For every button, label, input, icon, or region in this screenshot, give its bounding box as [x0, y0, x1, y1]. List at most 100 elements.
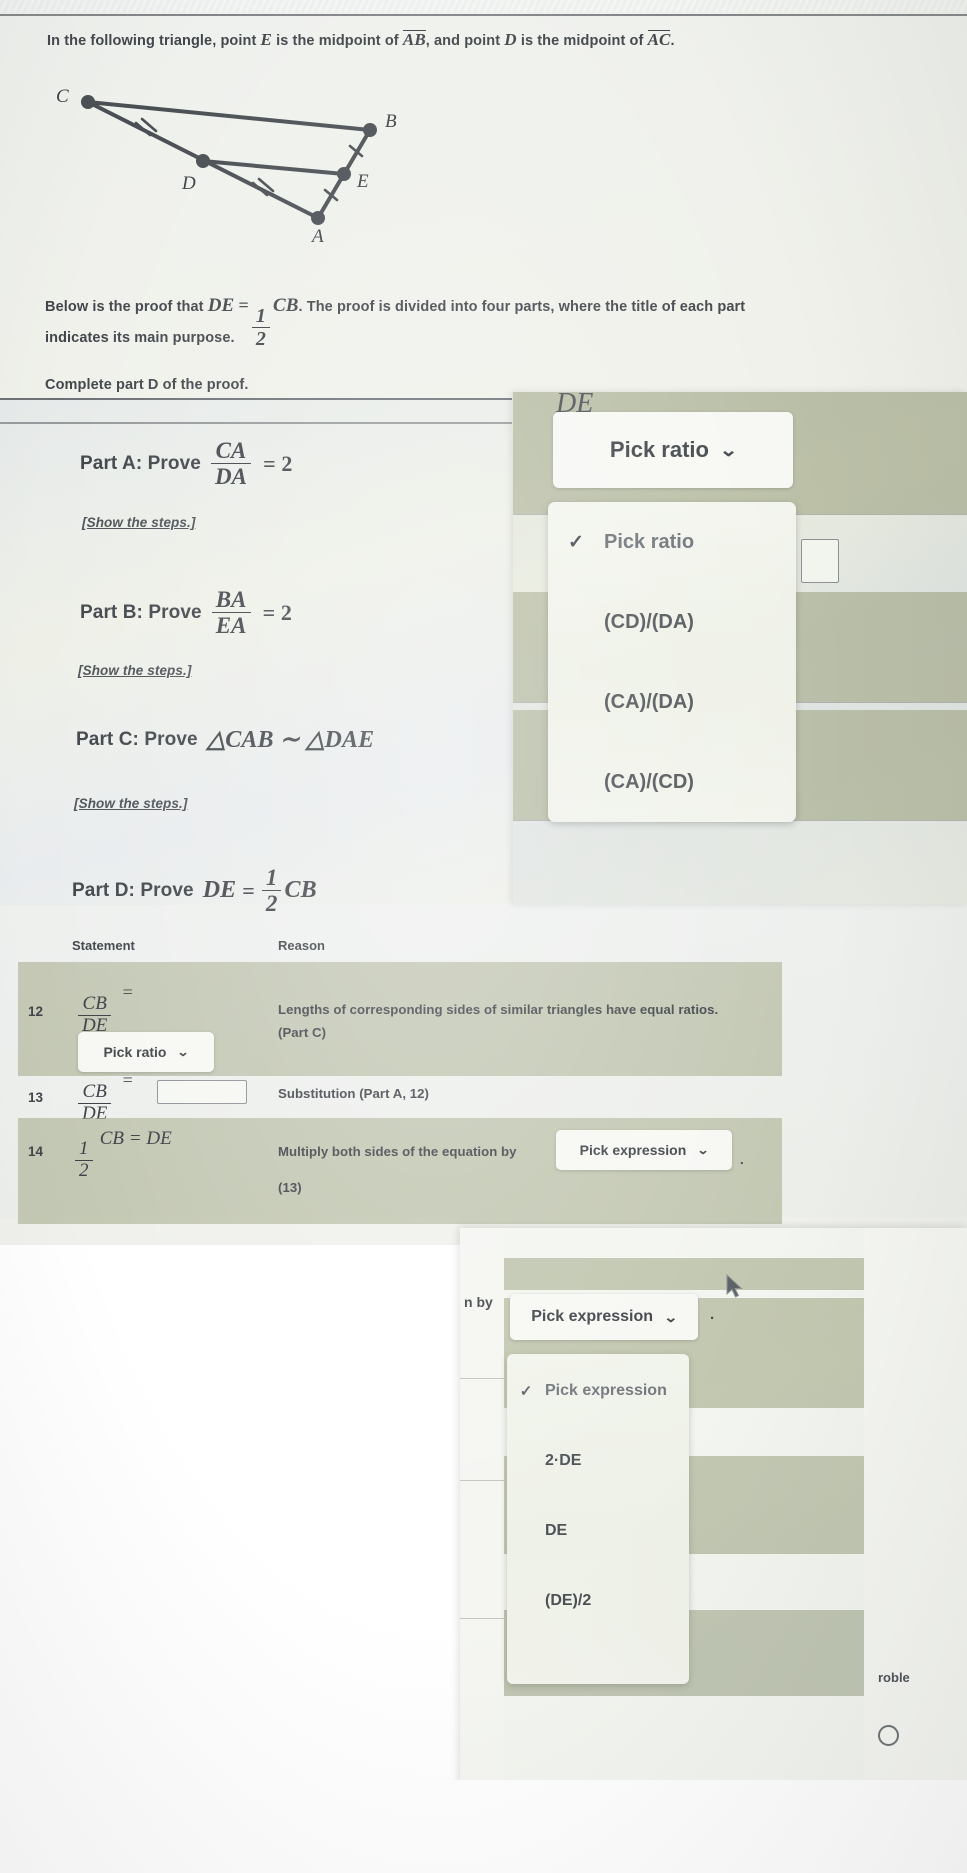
row-statement: 1 2 CB = DE: [72, 1128, 172, 1182]
part-d-num: 1: [265, 865, 278, 890]
row-reason: Lengths of corresponding sides of simila…: [278, 998, 768, 1044]
option-pick-ratio[interactable]: ✓ Pick ratio: [548, 502, 796, 582]
overlay2-left-edge-panel: [460, 1228, 504, 1873]
intro-half-num: 1: [255, 305, 266, 327]
row12-reason-line1: Lengths of corresponding sides of simila…: [278, 1002, 719, 1017]
check-icon: ✓: [568, 531, 584, 553]
option-ca-cd[interactable]: (CA)/(CD): [548, 742, 796, 822]
prompt-text-5: .: [670, 33, 675, 49]
option-2-de[interactable]: 2·DE: [507, 1430, 689, 1492]
overlay2-edge-rule-3: [460, 1618, 504, 1620]
triangle-figure: C B D E A: [40, 78, 460, 263]
option-ca-da[interactable]: (CA)/(DA): [548, 662, 796, 742]
prompt-text-4: is the midpoint of: [516, 33, 648, 49]
point-e-label: E: [260, 30, 272, 49]
pick-ratio-dropdown-overlay: DE Pick ratio ⌄ ✓ Pick ratio (CD)/(DA) (…: [513, 392, 967, 904]
triangle-diagram-svg: [81, 95, 377, 225]
part-c-label: Part C: Prove: [76, 728, 198, 750]
option-label: Pick ratio: [604, 530, 695, 553]
intro-half-den: 2: [251, 327, 270, 350]
row14-half: 1 2: [75, 1138, 93, 1182]
intro-text-a: Below is the proof that: [45, 299, 208, 315]
option-de-over-2[interactable]: (DE)/2: [507, 1570, 689, 1632]
truncated-input-stub[interactable]: [801, 539, 839, 583]
prompt-text-3: , and point: [425, 33, 505, 49]
row-number: 14: [28, 1144, 44, 1159]
part-d-rhs: CB: [284, 877, 317, 904]
page-bottom-area: [0, 1780, 967, 1873]
pick-ratio-options-menu[interactable]: ✓ Pick ratio (CD)/(DA) (CA)/(DA) (CA)/(C…: [548, 502, 796, 822]
segment-ac-label: AC: [647, 30, 671, 49]
option-label: (DE)/2: [545, 1592, 592, 1609]
row14-reason-line2: (13): [278, 1180, 302, 1195]
proof-intro-line2: indicates its main purpose.: [45, 325, 235, 353]
row14-num: 1: [79, 1138, 89, 1159]
complete-instruction: Complete part D of the proof.: [45, 372, 248, 400]
mouse-cursor-icon: [726, 1274, 743, 1298]
part-b-title: Part B: Prove BA EA = 2: [80, 587, 292, 639]
chevron-down-icon: ⌄: [697, 1143, 710, 1157]
part-d-lhs: DE: [202, 877, 237, 904]
option-cd-da[interactable]: (CD)/(DA): [548, 582, 796, 662]
chevron-down-icon: ⌄: [177, 1045, 190, 1059]
pick-expression-dropdown-overlay: n by Pick expression ⌄ . ✓ Pick expressi…: [460, 1228, 967, 1873]
intro-half-fraction: 12: [251, 305, 270, 350]
row12-reason-line2: (Part C): [278, 1025, 327, 1041]
pick-expression-select-button[interactable]: Pick expression ⌄: [510, 1294, 698, 1340]
pick-ratio-button-label: Pick ratio: [609, 437, 709, 462]
complete-text: Complete part D of the proof.: [45, 377, 249, 393]
part-d-label: Part D: Prove: [72, 879, 194, 901]
chevron-down-icon: ⌄: [719, 439, 738, 460]
figure-label-c: C: [56, 86, 69, 107]
row-statement: CB DE =: [75, 982, 133, 1037]
option-de[interactable]: DE: [507, 1500, 689, 1562]
intro-de: DE: [207, 295, 235, 316]
row14-reason-suffix: .: [740, 1152, 744, 1167]
option-label: (CD)/(DA): [604, 610, 694, 633]
intro-text-c: indicates its main purpose.: [45, 330, 235, 346]
option-label: (CA)/(CD): [604, 770, 694, 793]
row14-pick-expression-select[interactable]: Pick expression ⌄: [556, 1130, 732, 1170]
part-d-title: Part D: Prove DE = 1 2 CB: [72, 865, 317, 917]
proof-parts-card: Part A: Prove CA DA = 2 [Show the steps.…: [0, 398, 512, 916]
row-statement: CB DE =: [75, 1070, 133, 1125]
overlay2-reason-suffix: .: [710, 1306, 715, 1323]
pick-ratio-select-button[interactable]: Pick ratio ⌄: [553, 412, 793, 488]
radio-button-icon[interactable]: [878, 1725, 899, 1746]
overlay2-edge-rule-2: [460, 1480, 504, 1482]
part-a-equals: = 2: [263, 450, 293, 476]
row12-pick-ratio-select[interactable]: Pick ratio ⌄: [78, 1032, 214, 1072]
intro-equals: =: [238, 295, 249, 315]
row14-rest: CB = DE: [99, 1128, 172, 1149]
row12-num: CB: [82, 993, 107, 1014]
figure-label-d: D: [182, 173, 196, 194]
truncated-problem-text: roble: [878, 1670, 910, 1685]
row12-fraction: CB DE: [78, 993, 112, 1037]
part-a-label: Part A: Prove: [80, 452, 201, 474]
prompt-text-1: In the following triangle, point: [47, 33, 261, 49]
part-c-title: Part C: Prove △CAB ∼ △DAE: [76, 725, 374, 754]
option-label: 2·DE: [545, 1452, 582, 1469]
part-a-fraction: CA DA: [210, 438, 252, 490]
row13-answer-input[interactable]: [157, 1080, 247, 1104]
row14-select-label: Pick expression: [579, 1142, 687, 1158]
part-c-show-steps-link[interactable]: [Show the steps.]: [74, 796, 187, 811]
part-b-show-steps-link[interactable]: [Show the steps.]: [78, 663, 191, 678]
row-number: 13: [28, 1090, 44, 1105]
figure-label-a: A: [312, 226, 324, 247]
row12-equals: =: [122, 982, 133, 1002]
chevron-down-icon: ⌄: [663, 1308, 679, 1325]
row13-num: CB: [82, 1081, 107, 1102]
overlay2-edge-rule-1: [460, 1378, 504, 1380]
intro-cb: CB: [272, 295, 299, 316]
option-pick-expression[interactable]: ✓ Pick expression: [507, 1360, 689, 1422]
part-b-label: Part B: Prove: [80, 601, 202, 623]
part-d-den: 2: [261, 890, 282, 916]
part-a-show-steps-link[interactable]: [Show the steps.]: [82, 515, 195, 530]
pick-expression-options-menu[interactable]: ✓ Pick expression 2·DE DE (DE)/2: [507, 1354, 689, 1684]
row-reason: Multiply both sides of the equation by: [278, 1140, 517, 1163]
segment-ab-label: AB: [402, 30, 426, 49]
part-a-title: Part A: Prove CA DA = 2: [80, 438, 292, 490]
option-label: DE: [545, 1522, 568, 1539]
option-label: Pick expression: [545, 1382, 667, 1399]
